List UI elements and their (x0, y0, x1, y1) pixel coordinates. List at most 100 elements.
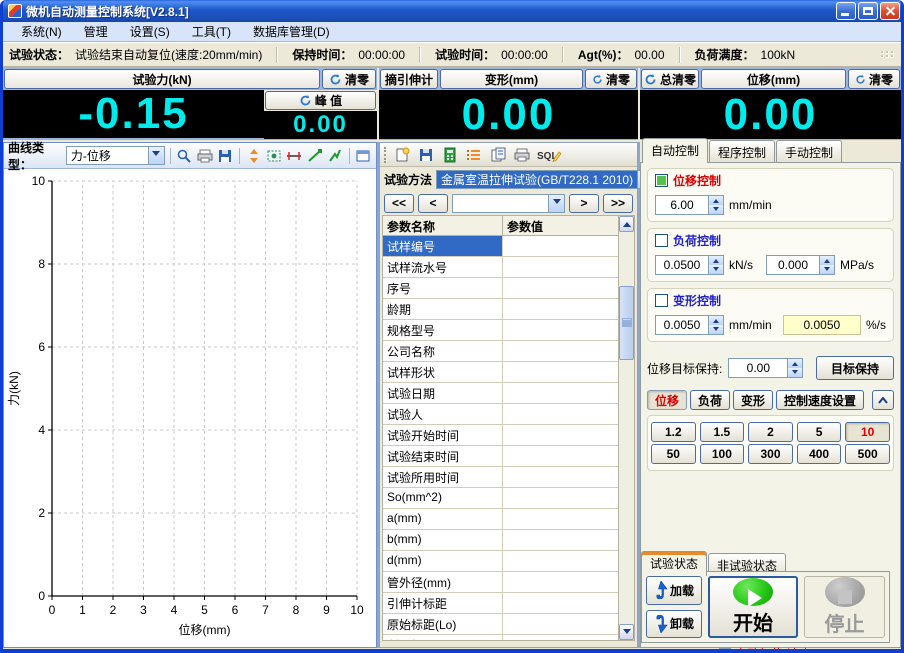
speed-settings-button[interactable]: 控制速度设置 (776, 390, 864, 410)
line-icon[interactable] (306, 146, 323, 165)
load-speed-stepper[interactable] (655, 255, 724, 275)
print-icon[interactable] (196, 146, 213, 165)
speed-button[interactable]: 50 (651, 444, 696, 464)
list-icon[interactable] (464, 145, 483, 164)
last-record-button[interactable]: >> (603, 194, 633, 213)
speed-button[interactable]: 500 (845, 444, 890, 464)
table-row[interactable]: 试验日期 (383, 383, 619, 404)
deform-speed-input[interactable] (656, 316, 708, 334)
save-icon[interactable] (217, 146, 234, 165)
stepper-arrows[interactable] (708, 256, 723, 274)
measure-icon[interactable] (286, 146, 303, 165)
speed-button[interactable]: 5 (797, 422, 842, 442)
target-hold-stepper[interactable] (728, 358, 803, 378)
capture-icon[interactable] (265, 146, 282, 165)
mode-load-button[interactable]: 负荷 (690, 390, 730, 410)
auto-reset-checkbox[interactable] (719, 648, 731, 653)
tab-program-control[interactable]: 程序控制 (709, 140, 775, 163)
method-select[interactable]: 金属室温拉伸试验(GB/T228.1 2010) (436, 170, 654, 189)
scroll-up-icon[interactable] (619, 216, 634, 232)
stepper-arrows[interactable] (708, 196, 723, 214)
peak-button[interactable]: 峰 值 (265, 91, 376, 110)
load-control-checkbox[interactable] (655, 234, 668, 247)
table-row[interactable]: d(mm) (383, 551, 619, 572)
stress-speed-input[interactable] (767, 256, 819, 274)
table-row[interactable]: 公司名称 (383, 341, 619, 362)
new-file-icon[interactable] (392, 145, 411, 164)
table-row[interactable]: 试验开始时间 (383, 425, 619, 446)
calculator-icon[interactable] (440, 145, 459, 164)
unload-button[interactable]: 卸载 (646, 610, 702, 639)
load-speed-input[interactable] (656, 256, 708, 274)
speed-button-active[interactable]: 10 (845, 422, 890, 442)
stepper-arrows[interactable] (819, 256, 834, 274)
start-button[interactable]: 开始 (708, 576, 798, 638)
tab-test-state[interactable]: 试验状态 (641, 551, 707, 576)
first-record-button[interactable]: << (384, 194, 414, 213)
report-icon[interactable] (488, 145, 507, 164)
clear-all-button[interactable]: 总清零 (641, 69, 699, 89)
tab-auto-control[interactable]: 自动控制 (642, 138, 708, 163)
tab-manual-control[interactable]: 手动控制 (776, 140, 842, 163)
scroll-down-icon[interactable] (619, 624, 634, 640)
table-row[interactable]: b(mm) (383, 530, 619, 551)
table-scrollbar[interactable] (618, 215, 635, 641)
zoom-icon[interactable] (176, 146, 193, 165)
table-row[interactable]: 原始标距(Lo) (383, 614, 619, 635)
deform-control-checkbox[interactable] (655, 294, 668, 307)
force-clear-button[interactable]: 清零 (322, 69, 376, 89)
displacement-control-checkbox[interactable] (655, 174, 668, 187)
speed-button[interactable]: 400 (797, 444, 842, 464)
menu-tools[interactable]: 工具(T) (182, 21, 241, 42)
next-record-button[interactable]: > (569, 194, 599, 213)
target-hold-input[interactable] (729, 359, 787, 377)
table-row[interactable]: 断后标距(Lu) (383, 635, 619, 641)
load-up-button[interactable]: 加载 (646, 576, 702, 605)
updown-icon[interactable] (245, 146, 262, 165)
marker-icon[interactable] (326, 146, 343, 165)
deform-speed-stepper[interactable] (655, 315, 724, 335)
menu-database[interactable]: 数据库管理(D) (243, 21, 340, 42)
prev-record-button[interactable]: < (418, 194, 448, 213)
displacement-speed-stepper[interactable] (655, 195, 724, 215)
speed-button[interactable]: 2 (748, 422, 793, 442)
table-row[interactable]: 规格型号 (383, 320, 619, 341)
record-select[interactable] (452, 194, 565, 213)
save-file-icon[interactable] (416, 145, 435, 164)
displacement-speed-input[interactable] (656, 196, 708, 214)
menu-settings[interactable]: 设置(S) (120, 21, 180, 42)
sql-icon[interactable]: SQL (536, 145, 562, 164)
curve-type-select[interactable]: 力-位移 (66, 146, 165, 165)
stress-speed-stepper[interactable] (766, 255, 835, 275)
menu-system[interactable]: 系统(N) (11, 21, 72, 42)
mode-displacement-button[interactable]: 位移 (647, 390, 687, 410)
target-hold-button[interactable]: 目标保持 (816, 356, 894, 380)
table-row[interactable]: So(mm^2) (383, 488, 619, 509)
window-icon[interactable] (355, 146, 372, 165)
scrollbar-thumb[interactable] (619, 286, 634, 360)
printer-icon[interactable] (512, 145, 531, 164)
speed-button[interactable]: 100 (700, 444, 745, 464)
deform-clear-button[interactable]: 清零 (585, 69, 637, 89)
table-row[interactable]: a(mm) (383, 509, 619, 530)
disp-clear-button[interactable]: 清零 (848, 69, 900, 89)
speed-button[interactable]: 300 (748, 444, 793, 464)
table-row[interactable]: 试验所用时间 (383, 467, 619, 488)
menu-manage[interactable]: 管理 (74, 21, 118, 42)
table-row[interactable]: 龄期 (383, 299, 619, 320)
table-row[interactable]: 试验结束时间 (383, 446, 619, 467)
table-row[interactable]: 试样流水号 (383, 257, 619, 278)
minimize-button[interactable] (836, 2, 856, 20)
table-row[interactable]: 试样编号 (383, 236, 619, 257)
detach-extensometer-button[interactable]: 摘引伸计 (380, 69, 438, 89)
table-row[interactable]: 试验人 (383, 404, 619, 425)
stop-button[interactable]: 停止 (804, 576, 885, 638)
speed-button[interactable]: 1.2 (651, 422, 696, 442)
maximize-button[interactable] (858, 2, 878, 20)
stepper-arrows[interactable] (787, 359, 802, 377)
table-row[interactable]: 序号 (383, 278, 619, 299)
table-row[interactable]: 试样形状 (383, 362, 619, 383)
table-row[interactable]: 引伸计标距 (383, 593, 619, 614)
speed-button[interactable]: 1.5 (700, 422, 745, 442)
table-row[interactable]: 管外径(mm) (383, 572, 619, 593)
